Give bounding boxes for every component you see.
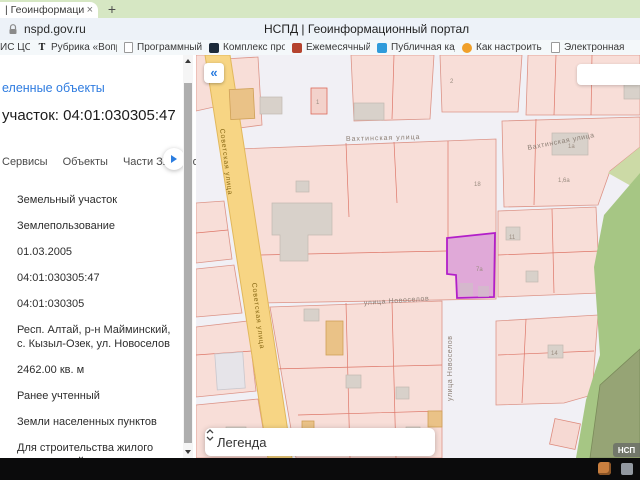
bookmark-item[interactable]: Как настроить Ян bbox=[462, 42, 544, 53]
bookmark-item[interactable]: Электронная рег bbox=[551, 42, 627, 53]
site-favicon bbox=[292, 43, 302, 53]
value-cadastral-number: 04:01:030305:47 bbox=[17, 271, 175, 285]
parcel-outline-small bbox=[550, 419, 581, 450]
value-date: 01.03.2005 bbox=[17, 245, 175, 259]
site-favicon bbox=[462, 43, 472, 53]
value-land-category: Земли населенных пунктов bbox=[17, 415, 175, 429]
tab-objects[interactable]: Объекты bbox=[63, 156, 108, 168]
parcel-number: 18 bbox=[474, 182, 481, 188]
address-bar[interactable]: nspd.gov.ru НСПД | Геоинформационный пор… bbox=[0, 18, 640, 40]
panel-collapse-button[interactable]: « bbox=[204, 63, 224, 83]
map-canvas: Вахтинская улица Вахтинская улица Советс… bbox=[196, 55, 640, 458]
tab-close-icon[interactable]: × bbox=[87, 4, 93, 16]
page-title: НСПД | Геоинформационный портал bbox=[264, 22, 469, 36]
bookmark-item[interactable]: Публичная кадас bbox=[377, 42, 455, 53]
legend-bar[interactable]: Легенда bbox=[205, 428, 435, 456]
parcel-number: 1,6а bbox=[558, 178, 570, 184]
taskbar-icon[interactable] bbox=[598, 462, 611, 475]
panel-scrollbar[interactable] bbox=[183, 55, 193, 458]
value-area: 2462.00 кв. м bbox=[17, 363, 175, 377]
bookmark-item[interactable]: ТРубрика «Вопро bbox=[37, 42, 117, 53]
value-address: Респ. Алтай, р-н Майминский, с. Кызыл-Оз… bbox=[17, 323, 175, 351]
document-icon bbox=[551, 42, 560, 53]
document-icon bbox=[124, 42, 133, 53]
building-light bbox=[215, 352, 245, 390]
selected-objects-link[interactable]: еленные объекты bbox=[2, 81, 196, 95]
bookmark-item[interactable]: Ежемесячный ве bbox=[292, 42, 370, 53]
browser-tab[interactable]: | Геоинформаци × bbox=[0, 2, 98, 18]
attribute-values: Земельный участок Землепользование 01.03… bbox=[17, 193, 175, 458]
parcel-number: 1а bbox=[568, 144, 575, 150]
scroll-up-icon[interactable] bbox=[185, 59, 191, 63]
tabs-scroll-right-button[interactable] bbox=[163, 148, 185, 170]
tab-title: | Геоинформаци bbox=[5, 4, 84, 16]
site-favicon bbox=[377, 43, 387, 53]
value-status: Ранее учтенный bbox=[17, 389, 175, 403]
map-toolbar-box[interactable] bbox=[577, 64, 640, 85]
new-tab-button[interactable]: + bbox=[102, 0, 122, 18]
bookmarks-bar: ИС ЦС ТРубрика «Вопро Программный ко Ком… bbox=[0, 40, 640, 56]
screen: | Геоинформаци × + nspd.gov.ru НСПД | Ге… bbox=[0, 0, 640, 480]
nspd-watermark: НСП bbox=[613, 443, 640, 457]
cadastral-map[interactable]: Вахтинская улица Вахтинская улица Советс… bbox=[196, 55, 640, 458]
value-object-type: Земельный участок bbox=[17, 193, 175, 207]
value-quarter-number: 04:01:030305 bbox=[17, 297, 175, 311]
letter-t-icon: Т bbox=[37, 42, 47, 53]
lock-icon bbox=[8, 24, 18, 35]
object-info-panel: еленные объекты участок: 04:01:030305:47… bbox=[0, 55, 196, 458]
object-title: участок: 04:01:030305:47 bbox=[2, 107, 196, 124]
value-permitted-use: Для строительства жилого дома и хозяйств… bbox=[17, 441, 175, 458]
scrollbar-thumb[interactable] bbox=[184, 83, 192, 443]
triangle-right-icon bbox=[171, 155, 177, 163]
taskbar-icon[interactable] bbox=[621, 463, 633, 475]
url-text[interactable]: nspd.gov.ru bbox=[24, 22, 86, 36]
parcel-number: 11 bbox=[509, 235, 516, 241]
bookmark-item[interactable]: Комплекс прове bbox=[209, 42, 285, 53]
street-label: улица Новоселов bbox=[447, 335, 454, 401]
legend-label: Легенда bbox=[217, 435, 266, 450]
scroll-down-icon[interactable] bbox=[185, 450, 191, 454]
parcel-number: 7а bbox=[476, 267, 483, 273]
parcel-number: 14 bbox=[551, 351, 558, 357]
site-favicon bbox=[209, 43, 219, 53]
bottom-bar bbox=[0, 458, 640, 480]
tab-services[interactable]: Сервисы bbox=[2, 156, 48, 168]
value-land-use: Землепользование bbox=[17, 219, 175, 233]
bookmark-item[interactable]: ИС ЦС bbox=[0, 42, 30, 53]
browser-tab-strip: | Геоинформаци × + bbox=[0, 0, 640, 18]
bookmark-item[interactable]: Программный ко bbox=[124, 42, 202, 53]
